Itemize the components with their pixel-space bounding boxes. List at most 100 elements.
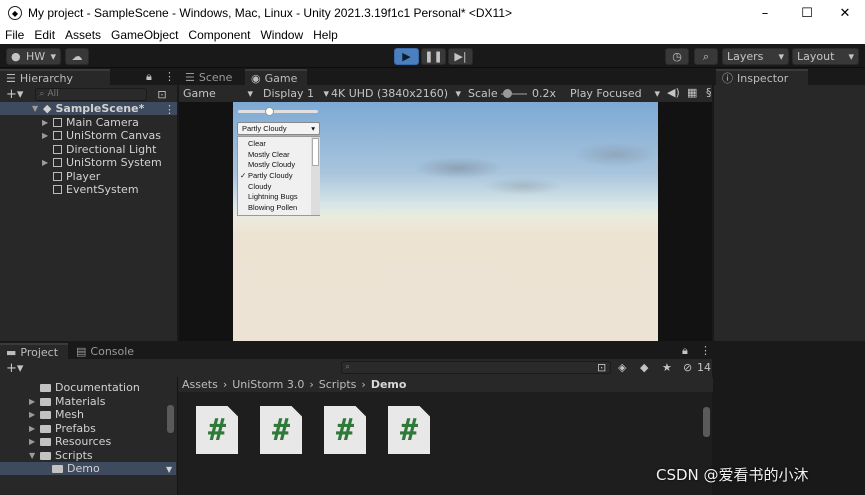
lock-icon[interactable]: 🔒︎ — [146, 70, 152, 84]
lock-icon[interactable]: 🔒︎ — [682, 344, 688, 358]
hierarchy-item[interactable]: ▶ Main Camera — [42, 116, 139, 129]
layers-label: Layers — [727, 50, 764, 63]
menu-gameobject[interactable]: GameObject — [106, 28, 183, 42]
account-dropdown[interactable]: ● HW ▾ — [6, 48, 61, 65]
hierarchy-item[interactable]: Player — [53, 170, 100, 183]
folder-tree-scrollbar-thumb[interactable] — [167, 405, 174, 433]
play-button[interactable]: ▶ — [394, 48, 419, 65]
resolution-dropdown[interactable]: 4K UHD (3840x2160) ▾ — [331, 87, 461, 100]
expand-arrow-icon[interactable]: ▶ — [42, 158, 50, 167]
weather-option[interactable]: Clear — [238, 139, 319, 150]
folder-item[interactable]: ▶ Prefabs — [29, 422, 96, 435]
chevron-down-icon: ▾ — [247, 87, 253, 100]
display-dropdown[interactable]: Display 1 ▾ — [263, 87, 329, 100]
scroll-down-icon[interactable]: ▼ — [166, 465, 172, 474]
weather-option[interactable]: Mostly Clear — [238, 150, 319, 161]
scene-search-icon[interactable]: ⊡ — [157, 88, 166, 101]
scene-more-icon[interactable]: ⋮ — [164, 103, 175, 116]
more-icon[interactable]: ⋮ — [700, 344, 711, 357]
expand-arrow-icon[interactable]: ▶ — [29, 424, 37, 433]
more-icon[interactable]: ⋮ — [164, 70, 175, 83]
tab-inspector[interactable]: ⓘ Inspector — [716, 69, 808, 85]
menu-edit[interactable]: Edit — [29, 28, 60, 42]
cloud-button[interactable]: ☁ — [65, 48, 89, 65]
expand-arrow-icon[interactable]: ▶ — [29, 397, 37, 406]
dropdown-scrollbar-thumb[interactable] — [312, 138, 319, 166]
scale-slider-handle[interactable] — [503, 89, 512, 98]
time-slider-handle[interactable] — [265, 107, 274, 116]
time-slider[interactable] — [238, 110, 318, 113]
tab-scene[interactable]: ☰ Scene — [179, 69, 245, 85]
hierarchy-item[interactable]: EventSystem — [53, 183, 139, 196]
play-focused-dropdown[interactable]: Play Focused ▾ — [570, 87, 660, 100]
add-icon[interactable]: +▾ — [6, 361, 23, 376]
search-button[interactable]: ⌕ — [694, 48, 718, 65]
menu-file[interactable]: File — [0, 28, 29, 42]
stats-icon[interactable]: ▦ — [687, 86, 697, 99]
chevron-down-icon: ▾ — [311, 124, 315, 133]
game-mode-dropdown[interactable]: Game ▾ — [183, 87, 253, 100]
menu-window[interactable]: Window — [255, 28, 308, 42]
weather-option[interactable]: Lightning Bugs — [238, 192, 319, 203]
search-by-type-icon[interactable]: ⊡ — [597, 361, 606, 374]
pause-icon: ❚❚ — [424, 50, 443, 63]
assets-scrollbar-thumb[interactable] — [703, 407, 710, 437]
folder-item[interactable]: ▶ Materials — [29, 395, 105, 408]
folder-item[interactable]: ▼ Scripts — [29, 449, 93, 462]
expand-arrow-icon[interactable]: ▶ — [29, 410, 37, 419]
tab-hierarchy[interactable]: ☰ Hierarchy — [0, 69, 110, 85]
breadcrumb-item[interactable]: Assets — [182, 378, 218, 391]
step-button[interactable]: ▶| — [448, 48, 473, 65]
hierarchy-item[interactable]: ▶ UniStorm System — [42, 156, 162, 169]
hierarchy-search-input[interactable]: ⌕ All — [35, 87, 148, 101]
breadcrumb-item[interactable]: Scripts — [319, 378, 357, 391]
maximize-button[interactable]: ☐ — [787, 0, 827, 26]
expand-arrow-icon[interactable]: ▶ — [29, 437, 37, 446]
scene-root-row[interactable]: ▼ ◆ SampleScene* — [0, 102, 177, 115]
weather-option[interactable]: Mostly Cloudy — [238, 160, 319, 171]
label-icon[interactable]: ◆ — [640, 361, 648, 374]
expand-arrow-icon[interactable]: ▶ — [42, 118, 50, 127]
expand-arrow-icon[interactable]: ▶ — [42, 131, 50, 140]
search-icon: ⌕ — [345, 362, 351, 372]
history-button[interactable]: ◷ — [665, 48, 689, 65]
breadcrumb-item[interactable]: UniStorm 3.0 — [232, 378, 304, 391]
mute-audio-icon[interactable]: ◀︎) — [667, 86, 680, 99]
weather-option[interactable]: Blowing Pollen — [238, 203, 319, 214]
layout-dropdown[interactable]: Layout ▾ — [792, 48, 859, 65]
tab-console[interactable]: ▤ Console — [70, 343, 140, 359]
expand-arrow-icon[interactable]: ▼ — [32, 104, 40, 113]
gamepad-icon: ◉ — [251, 71, 261, 85]
add-icon[interactable]: +▾ — [6, 87, 23, 102]
folder-item[interactable]: ▶ Mesh — [29, 408, 84, 421]
close-button[interactable]: ✕ — [825, 0, 865, 26]
layers-dropdown[interactable]: Layers ▾ — [722, 48, 789, 65]
gizmos-icon[interactable]: § — [706, 86, 712, 99]
favorite-icon[interactable]: ★ — [662, 361, 672, 374]
chevron-down-icon: ▾ — [50, 50, 56, 63]
weather-dropdown[interactable]: Partly Cloudy ▾ — [237, 122, 320, 135]
menu-component[interactable]: Component — [183, 28, 255, 42]
folder-item[interactable]: ▶ Resources — [29, 435, 111, 448]
hierarchy-item[interactable]: Directional Light — [53, 143, 156, 156]
minimize-button[interactable]: – — [745, 0, 785, 26]
menu-assets[interactable]: Assets — [60, 28, 106, 42]
main-toolbar: ● HW ▾ ☁ ▶ ❚❚ ▶| ◷ ⌕ Layers ▾ Layout ▾ — [0, 44, 865, 68]
weather-option[interactable]: Cloudy — [238, 182, 319, 193]
pause-button[interactable]: ❚❚ — [421, 48, 446, 65]
folder-item[interactable]: Documentation — [29, 381, 140, 394]
tab-project[interactable]: ▬ Project — [0, 343, 68, 359]
tab-game[interactable]: ◉ Game — [245, 69, 307, 85]
chevron-down-icon: ▾ — [323, 87, 329, 100]
game-viewport[interactable]: Partly Cloudy ▾ Clear Mostly Clear Mostl… — [233, 102, 658, 341]
folder-icon — [40, 383, 51, 392]
hierarchy-item[interactable]: ▶ UniStorm Canvas — [42, 129, 161, 142]
folder-item-selected[interactable]: Demo — [0, 462, 176, 475]
menu-help[interactable]: Help — [308, 28, 343, 42]
expand-arrow-icon[interactable]: ▼ — [29, 451, 37, 460]
filter-type-icon[interactable]: ◈ — [618, 361, 626, 374]
project-search-input[interactable]: ⌕ — [341, 361, 611, 374]
project-assets-area: Assets › UniStorm 3.0 › Scripts › Demo — [177, 377, 713, 495]
unity-logo-icon: ◆ — [8, 6, 22, 20]
weather-option-selected[interactable]: ✓ Partly Cloudy — [238, 171, 319, 182]
